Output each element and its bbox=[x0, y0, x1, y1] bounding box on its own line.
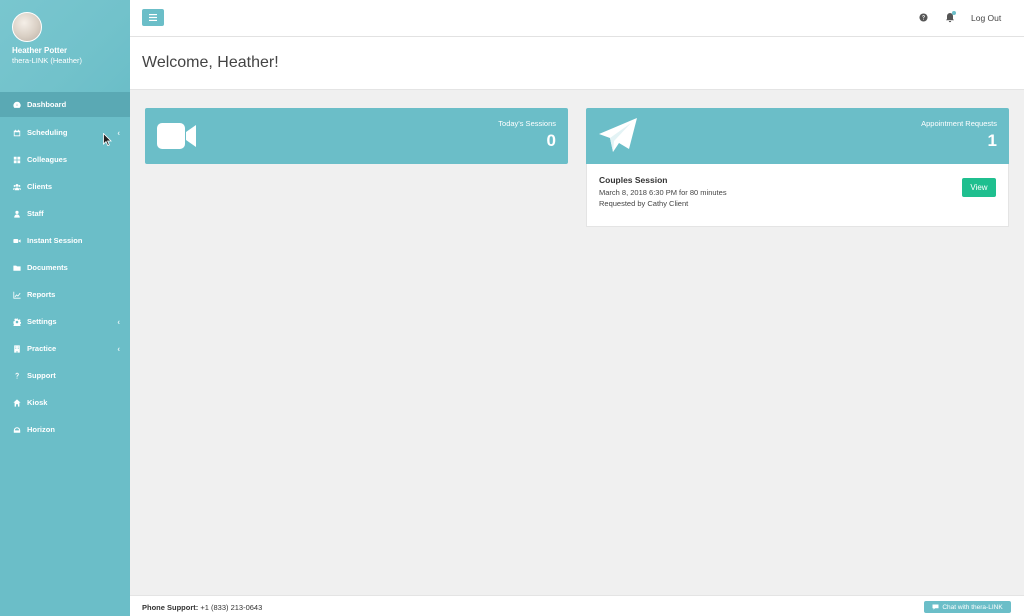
appointment-requests-label: Appointment Requests bbox=[921, 119, 997, 128]
sidebar-item-staff[interactable]: Staff bbox=[0, 200, 130, 227]
gear-icon bbox=[12, 317, 21, 326]
kiosk-icon bbox=[12, 398, 21, 407]
help-icon[interactable] bbox=[919, 13, 928, 22]
top-bar: Log Out bbox=[130, 0, 1024, 37]
welcome-bar: Welcome, Heather! bbox=[130, 37, 1024, 90]
chat-button-label: Chat with thera-LINK bbox=[942, 603, 1003, 611]
building-icon bbox=[12, 344, 21, 353]
todays-sessions-label: Today's Sessions bbox=[498, 119, 556, 128]
user-icon bbox=[12, 209, 21, 218]
mouse-cursor-icon bbox=[103, 133, 112, 146]
page-title: Welcome, Heather! bbox=[142, 54, 279, 71]
sidebar-item-label: Scheduling bbox=[27, 128, 68, 137]
sidebar-item-clients[interactable]: Clients bbox=[0, 173, 130, 200]
horizon-icon bbox=[12, 425, 21, 434]
sidebar-item-support[interactable]: Support bbox=[0, 362, 130, 389]
sidebar-item-label: Horizon bbox=[27, 425, 55, 434]
sidebar-item-label: Kiosk bbox=[27, 398, 48, 407]
dashboard-icon bbox=[12, 100, 21, 109]
users-icon bbox=[12, 182, 21, 191]
sidebar-item-label: Documents bbox=[27, 263, 68, 272]
chevron-left-icon: ‹ bbox=[117, 317, 120, 326]
sidebar-item-label: Reports bbox=[27, 290, 56, 299]
sidebar-item-dashboard[interactable]: Dashboard bbox=[0, 92, 130, 117]
menu-toggle-button[interactable] bbox=[142, 9, 164, 26]
chart-icon bbox=[12, 290, 21, 299]
chevron-left-icon: ‹ bbox=[117, 344, 120, 353]
phone-support-label: Phone Support: bbox=[142, 603, 199, 612]
sidebar-item-kiosk[interactable]: Kiosk bbox=[0, 389, 130, 416]
phone-support: Phone Support: +1 (833) 213-0643 bbox=[142, 603, 262, 612]
sidebar-item-label: Colleagues bbox=[27, 155, 68, 164]
appointment-requests-card[interactable]: Appointment Requests 1 bbox=[586, 108, 1009, 164]
view-request-button[interactable]: View bbox=[962, 178, 996, 197]
chat-button[interactable]: Chat with thera-LINK bbox=[924, 601, 1011, 613]
avatar[interactable] bbox=[12, 12, 42, 42]
sidebar-item-reports[interactable]: Reports bbox=[0, 281, 130, 308]
profile-panel: Heather Potter thera-LINK (Heather) bbox=[0, 0, 130, 92]
sidebar-item-label: Clients bbox=[27, 182, 53, 191]
chevron-left-icon: ‹ bbox=[117, 128, 120, 137]
todays-sessions-count: 0 bbox=[546, 131, 556, 150]
folder-icon bbox=[12, 263, 21, 272]
logout-link[interactable]: Log Out bbox=[971, 13, 1001, 23]
todays-sessions-card[interactable]: Today's Sessions 0 bbox=[145, 108, 568, 164]
sidebar-item-label: Settings bbox=[27, 317, 57, 326]
sidebar-item-colleagues[interactable]: Colleagues bbox=[0, 146, 130, 173]
sidebar-item-documents[interactable]: Documents bbox=[0, 254, 130, 281]
paper-plane-icon bbox=[599, 118, 637, 152]
sidebar: Heather Potter thera-LINK (Heather) Dash… bbox=[0, 0, 130, 616]
profile-name: Heather Potter bbox=[12, 46, 68, 55]
request-requester: Requested by Cathy Client bbox=[599, 199, 689, 208]
sidebar-item-label: Practice bbox=[27, 344, 57, 353]
request-datetime: March 8, 2018 6:30 PM for 80 minutes bbox=[599, 188, 727, 197]
sidebar-item-settings[interactable]: Settings ‹ bbox=[0, 308, 130, 335]
video-camera-icon bbox=[157, 123, 196, 149]
sidebar-item-label: Dashboard bbox=[27, 100, 67, 109]
video-icon bbox=[12, 236, 21, 245]
calendar-icon bbox=[12, 128, 21, 137]
profile-org: thera-LINK (Heather) bbox=[12, 56, 83, 65]
sidebar-item-label: Staff bbox=[27, 209, 44, 218]
appointment-requests-count: 1 bbox=[987, 131, 997, 150]
appointment-request-item: Couples Session March 8, 2018 6:30 PM fo… bbox=[586, 164, 1009, 227]
hamburger-icon bbox=[149, 14, 157, 21]
request-title: Couples Session bbox=[599, 175, 668, 185]
sidebar-item-practice[interactable]: Practice ‹ bbox=[0, 335, 130, 362]
footer: Phone Support: +1 (833) 213-0643 Chat wi… bbox=[130, 595, 1024, 616]
phone-support-number: +1 (833) 213-0643 bbox=[200, 603, 263, 612]
sidebar-item-label: Instant Session bbox=[27, 236, 83, 245]
sidebar-item-label: Support bbox=[27, 371, 56, 380]
sidebar-item-horizon[interactable]: Horizon bbox=[0, 416, 130, 443]
grid-icon bbox=[12, 155, 21, 164]
notification-dot bbox=[952, 11, 956, 15]
sidebar-item-instant-session[interactable]: Instant Session bbox=[0, 227, 130, 254]
question-icon bbox=[12, 371, 21, 380]
chat-icon bbox=[932, 604, 939, 610]
